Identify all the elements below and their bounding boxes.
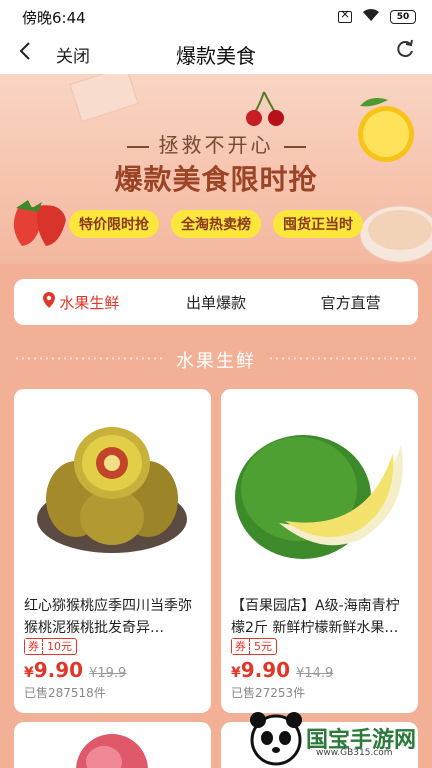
tab-fruits-fresh[interactable]: 水果生鲜 xyxy=(14,292,149,313)
gift-box-illustration xyxy=(69,74,139,123)
dotted-divider-right xyxy=(268,357,418,360)
refresh-icon[interactable] xyxy=(394,38,416,66)
status-icons: 50 xyxy=(338,7,416,26)
status-bar: 傍晚6:44 50 xyxy=(0,0,432,34)
tab-official-direct[interactable]: 官方直营 xyxy=(283,292,418,313)
watermark-url: www.GB315.com xyxy=(316,748,393,758)
back-arrow-icon[interactable] xyxy=(18,40,32,68)
promo-banner[interactable]: 拯救不开心 爆款美食限时抢 特价限时抢 全淘热卖榜 囤货正当时 xyxy=(0,74,432,264)
product-card[interactable]: 【百果园店】A级-海南青柠檬2斤 新鲜柠檬新鲜水果… 券 5元 ¥9.90 ¥1… xyxy=(221,389,418,713)
coupon-badge: 券 5元 xyxy=(231,638,277,655)
category-tabs: 水果生鲜 出单爆款 官方直营 xyxy=(14,279,418,325)
product-card[interactable]: 红心猕猴桃应季四川当季弥猴桃泥猴桃批发奇异… 券 10元 ¥9.90 ¥19.9… xyxy=(14,389,211,713)
kiwi-product-image xyxy=(14,389,211,586)
price-row: ¥9.90 ¥19.9 xyxy=(24,658,126,682)
banner-title: 爆款美食限时抢 xyxy=(114,163,318,196)
lime-product-image xyxy=(221,389,418,586)
apple-product-image xyxy=(76,734,148,768)
cherry-illustration xyxy=(246,91,284,126)
coupon-badge: 券 10元 xyxy=(24,638,77,655)
nav-bar: 关闭 爆款美食 xyxy=(0,34,432,74)
sold-count: 已售287518件 xyxy=(24,686,106,700)
product-price: ¥9.90 xyxy=(24,658,84,682)
banner-tag-hot-list[interactable]: 全淘热卖榜 xyxy=(171,210,261,238)
no-sim-icon xyxy=(338,7,352,23)
location-pin-icon xyxy=(43,292,56,312)
banner-subtitle: 拯救不开心 xyxy=(0,129,432,158)
site-watermark: 国宝手游网 www.GB315.com xyxy=(246,708,432,768)
banner-tag-stock-up[interactable]: 囤货正当时 xyxy=(273,210,363,238)
banner-tag-limited-time[interactable]: 特价限时抢 xyxy=(69,210,159,238)
sold-count: 已售27253件 xyxy=(231,686,306,700)
tab-label: 出单爆款 xyxy=(186,293,247,312)
product-price: ¥9.90 xyxy=(231,658,291,682)
tab-label: 官方直营 xyxy=(320,293,381,312)
product-name: 红心猕猴桃应季四川当季弥猴桃泥猴桃批发奇异… xyxy=(24,598,192,636)
banner-tags: 特价限时抢 全淘热卖榜 囤货正当时 xyxy=(0,210,432,238)
original-price: ¥19.9 xyxy=(89,666,127,681)
status-time: 傍晚6:44 xyxy=(22,8,86,27)
tab-best-sellers[interactable]: 出单爆款 xyxy=(149,292,284,313)
battery-icon: 50 xyxy=(390,10,416,24)
section-heading: 水果生鲜 xyxy=(176,351,256,372)
original-price: ¥14.9 xyxy=(296,666,334,681)
price-row: ¥9.90 ¥14.9 xyxy=(231,658,333,682)
panda-logo-icon xyxy=(250,712,302,766)
product-card-partial[interactable] xyxy=(14,722,211,768)
tab-label: 水果生鲜 xyxy=(59,293,120,312)
product-name: 【百果园店】A级-海南青柠檬2斤 新鲜柠檬新鲜水果… xyxy=(231,598,400,636)
wifi-icon xyxy=(362,8,380,26)
close-button[interactable]: 关闭 xyxy=(56,42,90,67)
